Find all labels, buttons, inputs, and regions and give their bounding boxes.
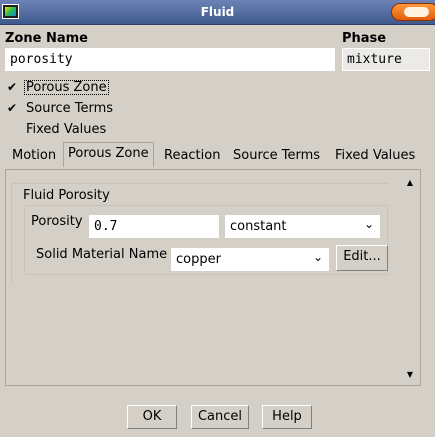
- scroll-up-icon[interactable]: ▲: [403, 178, 417, 190]
- check-icon: ✔: [7, 80, 18, 94]
- phase-field: mixture: [342, 48, 430, 71]
- window-title: Fluid: [200, 5, 235, 19]
- zone-name-label: Zone Name: [5, 31, 88, 46]
- material-label: Solid Material Name: [36, 247, 168, 262]
- fixed-values-label: Fixed Values: [26, 122, 107, 137]
- porosity-method-select[interactable]: constant ⌄: [225, 215, 380, 238]
- window-controls[interactable]: [391, 3, 435, 21]
- zone-name-input[interactable]: porosity: [5, 48, 335, 71]
- check-icon: ✔: [7, 101, 18, 115]
- material-select[interactable]: copper ⌄: [171, 248, 329, 271]
- tab-reaction[interactable]: Reaction: [160, 145, 224, 167]
- tab-source-terms[interactable]: Source Terms: [229, 145, 324, 167]
- porosity-method-value: constant: [230, 219, 287, 234]
- edit-button[interactable]: Edit...: [336, 245, 388, 271]
- tab-motion[interactable]: Motion: [8, 145, 60, 167]
- material-value: copper: [176, 252, 221, 267]
- porous-zone-checkbox[interactable]: ✔ Porous Zone: [7, 80, 109, 95]
- cancel-button[interactable]: Cancel: [191, 405, 249, 429]
- chevron-down-icon: ⌄: [363, 217, 374, 231]
- porosity-input[interactable]: 0.7: [89, 215, 219, 238]
- source-terms-checkbox[interactable]: ✔ Source Terms: [7, 101, 113, 116]
- phase-label: Phase: [342, 31, 387, 46]
- scroll-down-icon[interactable]: ▼: [403, 370, 417, 382]
- tab-porous-zone[interactable]: Porous Zone: [63, 142, 154, 167]
- source-terms-label: Source Terms: [26, 101, 114, 116]
- title-bar: Fluid: [0, 0, 435, 25]
- chevron-down-icon: ⌄: [312, 250, 323, 264]
- fixed-values-checkbox[interactable]: Fixed Values: [7, 122, 106, 137]
- scrollbar[interactable]: ▲ ▼: [403, 178, 417, 382]
- tab-fixed-values[interactable]: Fixed Values: [331, 145, 419, 167]
- help-button[interactable]: Help: [262, 405, 312, 429]
- fluid-porosity-heading: Fluid Porosity: [23, 188, 110, 203]
- porous-zone-label: Porous Zone: [24, 80, 109, 95]
- ok-button[interactable]: OK: [127, 405, 177, 429]
- porosity-label: Porosity: [31, 214, 83, 229]
